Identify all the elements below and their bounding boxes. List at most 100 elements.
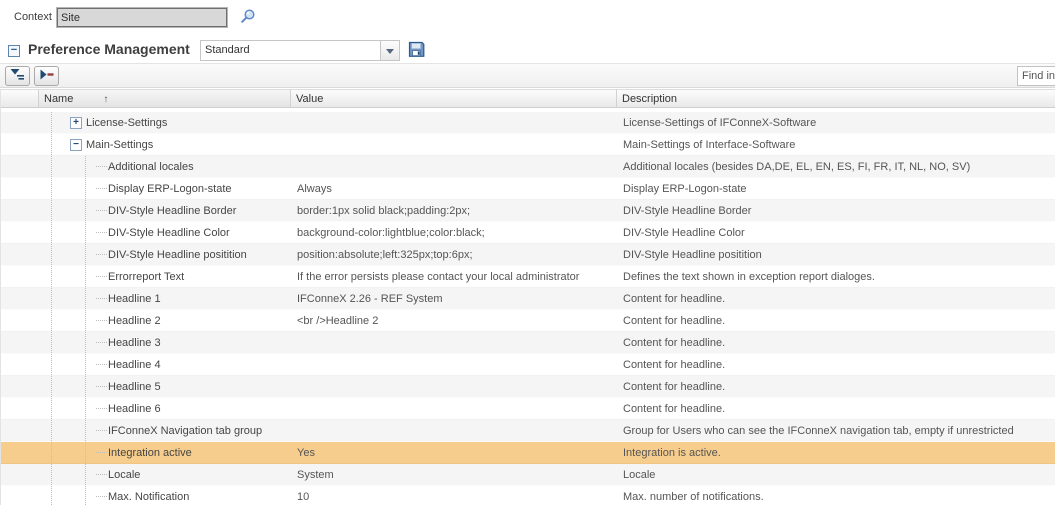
table-row[interactable]: Headline 5 Content for headline. [1, 376, 1055, 398]
table-row[interactable]: DIV-Style Headline positition position:a… [1, 244, 1055, 266]
setting-name: Locale [108, 469, 140, 481]
tree-connector-line [96, 210, 107, 211]
value-cell [291, 332, 617, 353]
value-cell: position:absolute;left:325px;top:6px; [291, 244, 617, 265]
value-cell: 10 [291, 486, 617, 505]
tree-guide-line [85, 156, 86, 177]
setting-name: Errorreport Text [108, 271, 184, 283]
setting-name: DIV-Style Headline Border [108, 205, 236, 217]
filter-button[interactable] [5, 66, 30, 86]
tree-guide-line [51, 464, 52, 485]
description-cell: Content for headline. [617, 310, 1055, 331]
description-cell: Content for headline. [617, 332, 1055, 353]
panel-collapse-icon[interactable]: − [8, 45, 20, 57]
table-row[interactable]: − Main-Settings Main-Settings of Interfa… [1, 134, 1055, 156]
setting-name: Headline 1 [108, 293, 161, 305]
context-search-button[interactable] [238, 8, 258, 28]
table-row[interactable]: Headline 3 Content for headline. [1, 332, 1055, 354]
table-row[interactable]: Additional locales Additional locales (b… [1, 156, 1055, 178]
name-cell: Additional locales [39, 156, 291, 177]
description-cell: Content for headline. [617, 398, 1055, 419]
tree-guide-line [85, 442, 86, 463]
table-row[interactable]: Headline 6 Content for headline. [1, 398, 1055, 420]
context-label: Context [14, 11, 52, 23]
description-cell: DIV-Style Headline Border [617, 200, 1055, 221]
table-body: + License-Settings License-Settings of I… [1, 112, 1055, 505]
tree-guide-line [51, 376, 52, 397]
setting-name: Additional locales [108, 161, 194, 173]
save-button[interactable] [406, 40, 426, 60]
setting-name: Headline 6 [108, 403, 161, 415]
panel-header: − Preference Management Standard [0, 38, 1055, 63]
table-row[interactable]: Headline 1 IFConneX 2.26 - REF System Co… [1, 288, 1055, 310]
tree-guide-line [85, 464, 86, 485]
tree-guide-line [85, 420, 86, 441]
row-selector-cell [1, 398, 39, 419]
context-input[interactable] [57, 8, 227, 27]
tree-guide-line [51, 112, 52, 133]
table-row[interactable]: Headline 4 Content for headline. [1, 354, 1055, 376]
table-row[interactable]: Locale System Locale [1, 464, 1055, 486]
combo-dropdown-button[interactable] [381, 40, 400, 61]
table-row[interactable]: Max. Notification 10 Max. number of noti… [1, 486, 1055, 505]
tree-guide-line [85, 266, 86, 287]
tree-connector-line [96, 474, 107, 475]
collapse-rows-button[interactable] [34, 66, 59, 86]
table-row[interactable]: Headline 2 <br />Headline 2 Content for … [1, 310, 1055, 332]
tree-guide-line [85, 486, 86, 505]
table-row[interactable]: DIV-Style Headline Color background-colo… [1, 222, 1055, 244]
tree-guide-line [51, 398, 52, 419]
value-cell [291, 376, 617, 397]
setting-name: Main-Settings [86, 139, 153, 151]
description-cell: Content for headline. [617, 376, 1055, 397]
row-selector-cell [1, 266, 39, 287]
table-row[interactable]: + License-Settings License-Settings of I… [1, 112, 1055, 134]
description-cell: Content for headline. [617, 288, 1055, 309]
sort-ascending-icon: ↑ [103, 94, 108, 105]
row-selector-cell [1, 486, 39, 505]
column-header-name[interactable]: Name↑ [39, 90, 291, 107]
row-selector-cell [1, 464, 39, 485]
value-cell [291, 134, 617, 155]
row-selector-cell [1, 112, 39, 133]
find-input[interactable] [1017, 66, 1055, 86]
table-row[interactable]: DIV-Style Headline Border border:1px sol… [1, 200, 1055, 222]
tree-guide-line [85, 200, 86, 221]
tree-connector-line [96, 298, 107, 299]
preset-combo-value[interactable]: Standard [200, 40, 381, 61]
tree-guide-line [85, 288, 86, 309]
tree-connector-line [96, 364, 107, 365]
tree-expand-icon[interactable]: − [70, 139, 82, 151]
table-row[interactable]: Errorreport Text If the error persists p… [1, 266, 1055, 288]
setting-name: Display ERP-Logon-state [108, 183, 232, 195]
tree-guide-line [85, 310, 86, 331]
description-cell: Defines the text shown in exception repo… [617, 266, 1055, 287]
tree-guide-line [51, 420, 52, 441]
tree-expand-icon[interactable]: + [70, 117, 82, 129]
row-selector-cell [1, 134, 39, 155]
setting-name: IFConneX Navigation tab group [108, 425, 262, 437]
column-header-description[interactable]: Description [617, 90, 1055, 107]
row-selector-cell [1, 376, 39, 397]
tree-guide-line [51, 288, 52, 309]
tree-guide-line [51, 354, 52, 375]
description-cell: License-Settings of IFConneX-Software [617, 112, 1055, 133]
table-row[interactable]: Display ERP-Logon-state Always Display E… [1, 178, 1055, 200]
value-cell: If the error persists please contact you… [291, 266, 617, 287]
row-selector-cell [1, 200, 39, 221]
column-header-value[interactable]: Value [291, 90, 617, 107]
table-row[interactable]: Integration active Yes Integration is ac… [1, 442, 1055, 464]
table-row[interactable]: IFConneX Navigation tab group Group for … [1, 420, 1055, 442]
setting-name: Headline 2 [108, 315, 161, 327]
preference-grid: Name↑ Value Description + License-Settin… [0, 89, 1055, 505]
name-cell: Headline 6 [39, 398, 291, 419]
floppy-disk-icon [407, 47, 426, 62]
name-cell: DIV-Style Headline Color [39, 222, 291, 243]
preset-combo: Standard [200, 40, 400, 61]
value-cell [291, 420, 617, 441]
row-selector-cell [1, 354, 39, 375]
description-cell: DIV-Style Headline Color [617, 222, 1055, 243]
setting-name: DIV-Style Headline Color [108, 227, 230, 239]
tree-guide-line [85, 354, 86, 375]
tree-connector-line [96, 430, 107, 431]
